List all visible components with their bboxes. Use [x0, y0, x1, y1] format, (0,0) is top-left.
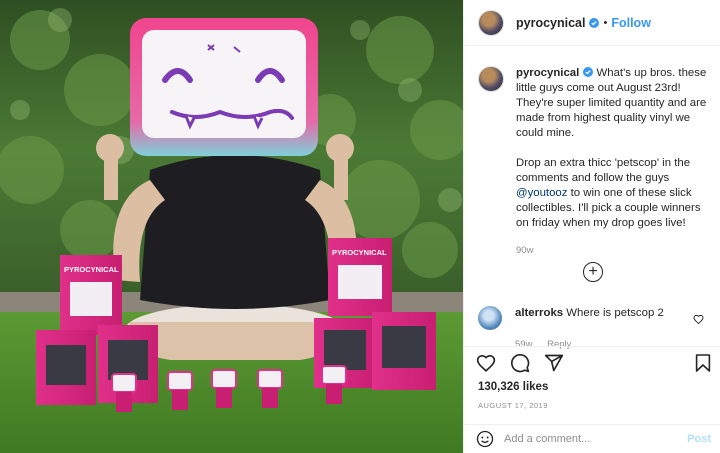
heart-icon[interactable] — [476, 353, 496, 372]
separator-dot: • — [603, 16, 608, 29]
box-brand-label: PYROCYNICAL — [64, 265, 119, 274]
caption-paragraph-2-start: Drop an extra thicc 'petscop' in the com… — [516, 157, 691, 184]
share-icon[interactable] — [544, 353, 564, 373]
comment-composer: Add a comment... Post — [464, 424, 720, 453]
comment-username[interactable]: alterroks — [515, 307, 563, 319]
verified-badge-icon — [583, 67, 594, 77]
comment-icon[interactable] — [510, 353, 530, 373]
post-photo-illustration: PYROCYNICAL PYROCYNICAL — [0, 0, 463, 453]
post-header: pyrocynical • Follow — [464, 0, 720, 46]
comment-input[interactable]: Add a comment... — [504, 433, 687, 445]
plus-circle-icon[interactable]: + — [583, 262, 603, 282]
post-caption: pyrocynical What's up bros. these little… — [478, 66, 718, 258]
comment-text: Where is petscop 2 — [566, 307, 664, 319]
like-count[interactable]: 130,326 likes — [478, 381, 548, 393]
post-image[interactable]: PYROCYNICAL PYROCYNICAL — [0, 0, 463, 453]
author-username[interactable]: pyrocynical — [516, 16, 585, 30]
emoji-icon[interactable] — [476, 430, 494, 448]
box-brand-label: PYROCYNICAL — [332, 248, 387, 257]
post-date: AUGUST 17, 2019 — [478, 401, 548, 410]
caption-author-avatar[interactable] — [478, 66, 504, 92]
heart-icon[interactable] — [693, 314, 704, 324]
comment-item: alterroks Where is petscop 2 59w Reply — [478, 306, 718, 350]
post-details-panel: pyrocynical • Follow pyrocynical What's … — [463, 0, 720, 453]
post-comment-button[interactable]: Post — [687, 433, 711, 445]
caption-username[interactable]: pyrocynical — [516, 67, 579, 79]
load-more-glyph: + — [588, 263, 598, 280]
commenter-avatar[interactable] — [478, 306, 502, 330]
bookmark-icon[interactable] — [695, 353, 711, 373]
author-avatar[interactable] — [478, 9, 504, 36]
follow-button[interactable]: Follow — [611, 16, 651, 30]
verified-badge-icon — [589, 17, 600, 28]
mention-link[interactable]: @youtooz — [516, 187, 567, 199]
caption-timestamp[interactable]: 90w — [516, 243, 716, 258]
